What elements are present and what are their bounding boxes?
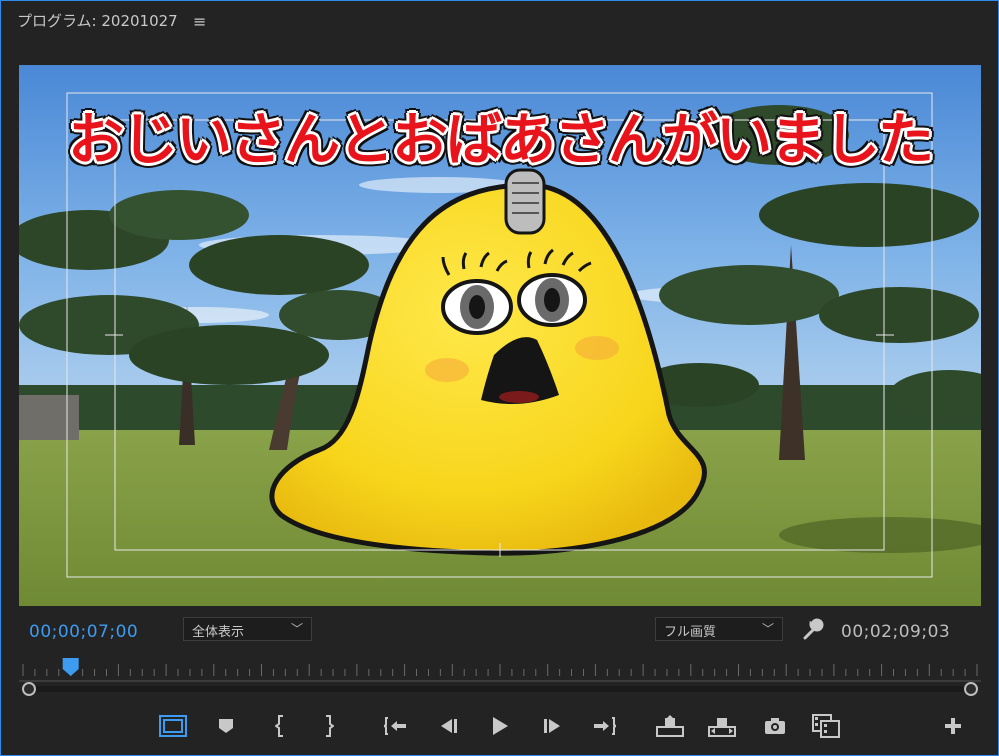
safe-margins-icon xyxy=(159,715,187,737)
playhead[interactable] xyxy=(62,658,79,676)
extract-button[interactable] xyxy=(707,712,737,740)
chevron-down-icon: ﹀ xyxy=(761,622,774,636)
comparison-view-icon xyxy=(812,714,840,738)
stone-wall xyxy=(19,395,79,440)
go-to-out-icon xyxy=(594,717,616,735)
scroll-handle-right[interactable] xyxy=(964,682,978,696)
add-button[interactable] xyxy=(938,712,968,740)
program-monitor-viewer[interactable]: おじいさんとおばあさんがいました xyxy=(19,65,981,606)
wrench-icon[interactable] xyxy=(801,618,825,642)
go-to-in-icon xyxy=(384,717,406,735)
extract-icon xyxy=(708,718,736,737)
mark-out-button[interactable] xyxy=(313,712,343,740)
mark-out-icon xyxy=(326,715,334,737)
playhead-timecode[interactable]: 00;00;07;00 xyxy=(29,622,138,642)
add-marker-button[interactable] xyxy=(211,712,241,740)
ruler-ticks xyxy=(19,658,981,682)
panel-header: プログラム: 20201027 ≡ xyxy=(0,0,999,40)
play-icon xyxy=(493,717,508,735)
go-to-out-button[interactable] xyxy=(589,712,619,740)
step-back-icon xyxy=(441,719,457,733)
playback-resolution-dropdown[interactable]: フル画質 ﹀ xyxy=(655,617,783,641)
lift-icon xyxy=(656,715,684,737)
mark-in-button[interactable] xyxy=(266,712,296,740)
marker-icon xyxy=(219,719,233,733)
safe-margins-button[interactable] xyxy=(158,712,188,740)
hamburger-menu-icon[interactable]: ≡ xyxy=(193,12,206,31)
step-back-button[interactable] xyxy=(433,712,463,740)
chevron-down-icon: ﹀ xyxy=(290,622,303,636)
playback-resolution-value: フル画質 xyxy=(664,625,717,640)
camera-icon xyxy=(765,718,785,734)
status-row: 00;00;07;00 全体表示 ﹀ フル画質 ﹀ 00;02;09;03 xyxy=(0,612,999,648)
duration-timecode: 00;02;09;03 xyxy=(841,622,951,642)
subtitle-caption: おじいさんとおばあさんがいました xyxy=(68,108,934,173)
time-ruler[interactable] xyxy=(19,656,981,682)
plus-icon xyxy=(945,718,961,734)
comparison-view-button[interactable] xyxy=(811,712,841,740)
zoom-scrollbar[interactable] xyxy=(19,681,981,697)
mark-in-icon xyxy=(275,715,283,737)
step-forward-button[interactable] xyxy=(538,712,568,740)
export-frame-button[interactable] xyxy=(760,712,790,740)
zoom-level-dropdown[interactable]: 全体表示 ﹀ xyxy=(183,617,312,641)
transport-controls xyxy=(0,706,999,746)
zoom-scrollbar-track xyxy=(22,682,978,696)
play-button[interactable] xyxy=(485,712,515,740)
zoom-level-value: 全体表示 xyxy=(192,625,245,640)
lift-button[interactable] xyxy=(655,712,685,740)
scroll-handle-left[interactable] xyxy=(22,682,36,696)
step-forward-icon xyxy=(544,719,560,733)
go-to-in-button[interactable] xyxy=(381,712,411,740)
panel-title[interactable]: プログラム: 20201027 xyxy=(17,10,178,31)
